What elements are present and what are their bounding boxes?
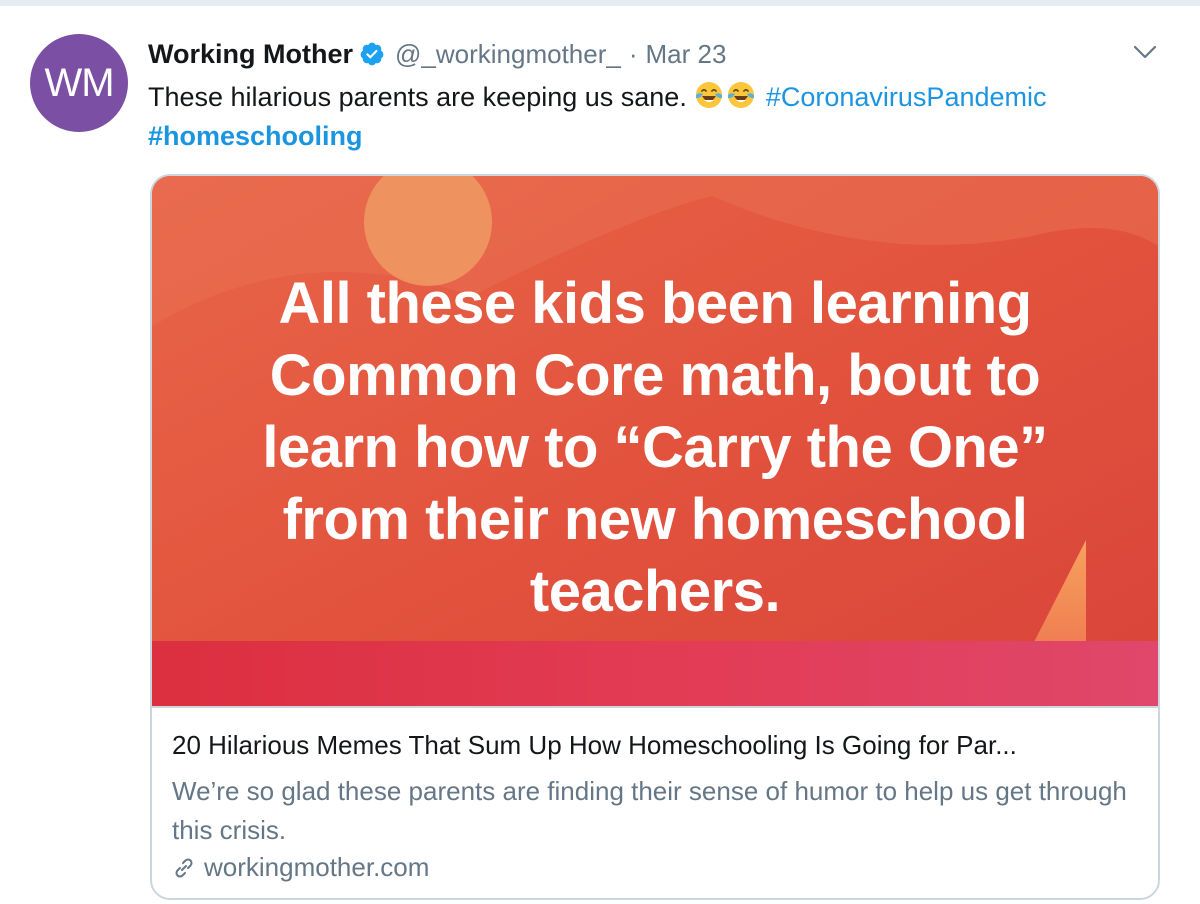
chevron-down-icon[interactable] [1130,40,1160,64]
card-body[interactable]: 20 Hilarious Memes That Sum Up How Homes… [152,706,1158,898]
author-name[interactable]: Working Mother [148,39,353,70]
meme-caption: All these kids been learning Common Core… [192,268,1118,628]
meme-line: teachers. [529,559,781,624]
tweet-date[interactable]: Mar 23 [646,39,727,70]
link-icon [175,857,193,878]
link-preview-card[interactable]: All these kids been learning Common Core… [150,174,1160,900]
tweet-header: Working Mother @_workingmother_ · Mar 23 [148,36,726,72]
separator-dot: · [628,38,638,69]
face-with-tears-of-joy-icon [728,82,755,108]
tweet-text: These hilarious parents are keeping us s… [148,78,1158,156]
avatar-initials: WM [44,60,114,105]
hashtag-homeschooling[interactable]: #homeschooling [148,121,363,151]
card-image[interactable]: All these kids been learning Common Core… [152,176,1158,706]
card-description: We’re so glad these parents are finding … [172,776,1127,845]
author-handle[interactable]: @_workingmother_ [395,39,621,70]
card-domain-text: workingmother.com [204,852,430,882]
meme-line: All these kids been learning [278,271,1032,336]
hashtag-coronavirus-pandemic[interactable]: #CoronavirusPandemic [766,82,1047,112]
card-domain: workingmother.com [172,852,429,883]
meme-line: learn how to “Carry the One” [262,415,1048,480]
tweet-text-main: These hilarious parents are keeping us s… [148,82,687,112]
card-title: 20 Hilarious Memes That Sum Up How Homes… [172,730,1017,760]
face-with-tears-of-joy-icon [696,82,723,108]
avatar[interactable]: WM [30,34,128,132]
meme-line: from their new homeschool [282,487,1028,552]
tweet[interactable]: WM Working Mother @_workingmother_ · Mar… [0,0,1200,904]
meme-line: Common Core math, bout to [269,343,1041,408]
verified-badge-icon [360,42,384,66]
